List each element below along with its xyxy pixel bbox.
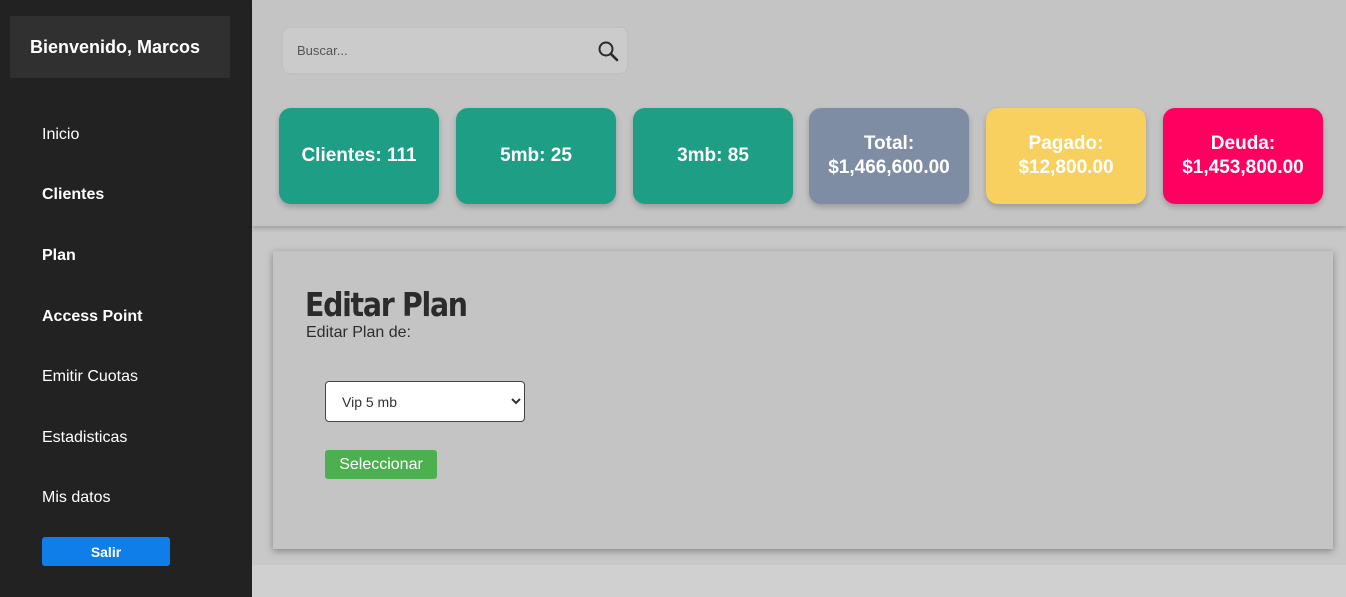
page-background-strip [252,565,1346,597]
sidebar-item-mis-datos[interactable]: Mis datos [42,489,110,507]
sidebar-item-access-point[interactable]: Access Point [42,308,142,326]
stat-card-deuda: Deuda: $1,453,800.00 [1163,108,1323,204]
logout-button[interactable]: Salir [42,537,170,566]
sidebar: Bienvenido, Marcos Inicio Clientes Plan … [0,0,252,597]
stat-card-clientes: Clientes: 111 [279,108,439,204]
sidebar-item-estadisticas[interactable]: Estadisticas [42,429,127,447]
edit-plan-panel: Editar Plan Editar Plan de: Vip 5 mb Sel… [273,251,1333,549]
welcome-banner: Bienvenido, Marcos [10,16,230,78]
header-area: Clientes: 111 5mb: 25 3mb: 85 Total: $1,… [252,0,1346,226]
search-input[interactable] [283,28,583,73]
sidebar-item-plan[interactable]: Plan [42,247,76,265]
sidebar-item-clientes[interactable]: Clientes [42,186,104,204]
stat-card-5mb: 5mb: 25 [456,108,616,204]
page-title: Editar Plan [305,285,468,324]
stat-card-pagado: Pagado: $12,800.00 [986,108,1146,204]
plan-select[interactable]: Vip 5 mb [325,381,525,422]
search-icon[interactable] [597,40,619,62]
panel-subtitle: Editar Plan de: [306,324,411,341]
sidebar-item-emitir-cuotas[interactable]: Emitir Cuotas [42,368,138,386]
stat-card-total: Total: $1,466,600.00 [809,108,969,204]
sidebar-item-inicio[interactable]: Inicio [42,126,79,144]
stat-card-3mb: 3mb: 85 [633,108,793,204]
search-bar [283,28,627,73]
seleccionar-button[interactable]: Seleccionar [325,450,437,479]
